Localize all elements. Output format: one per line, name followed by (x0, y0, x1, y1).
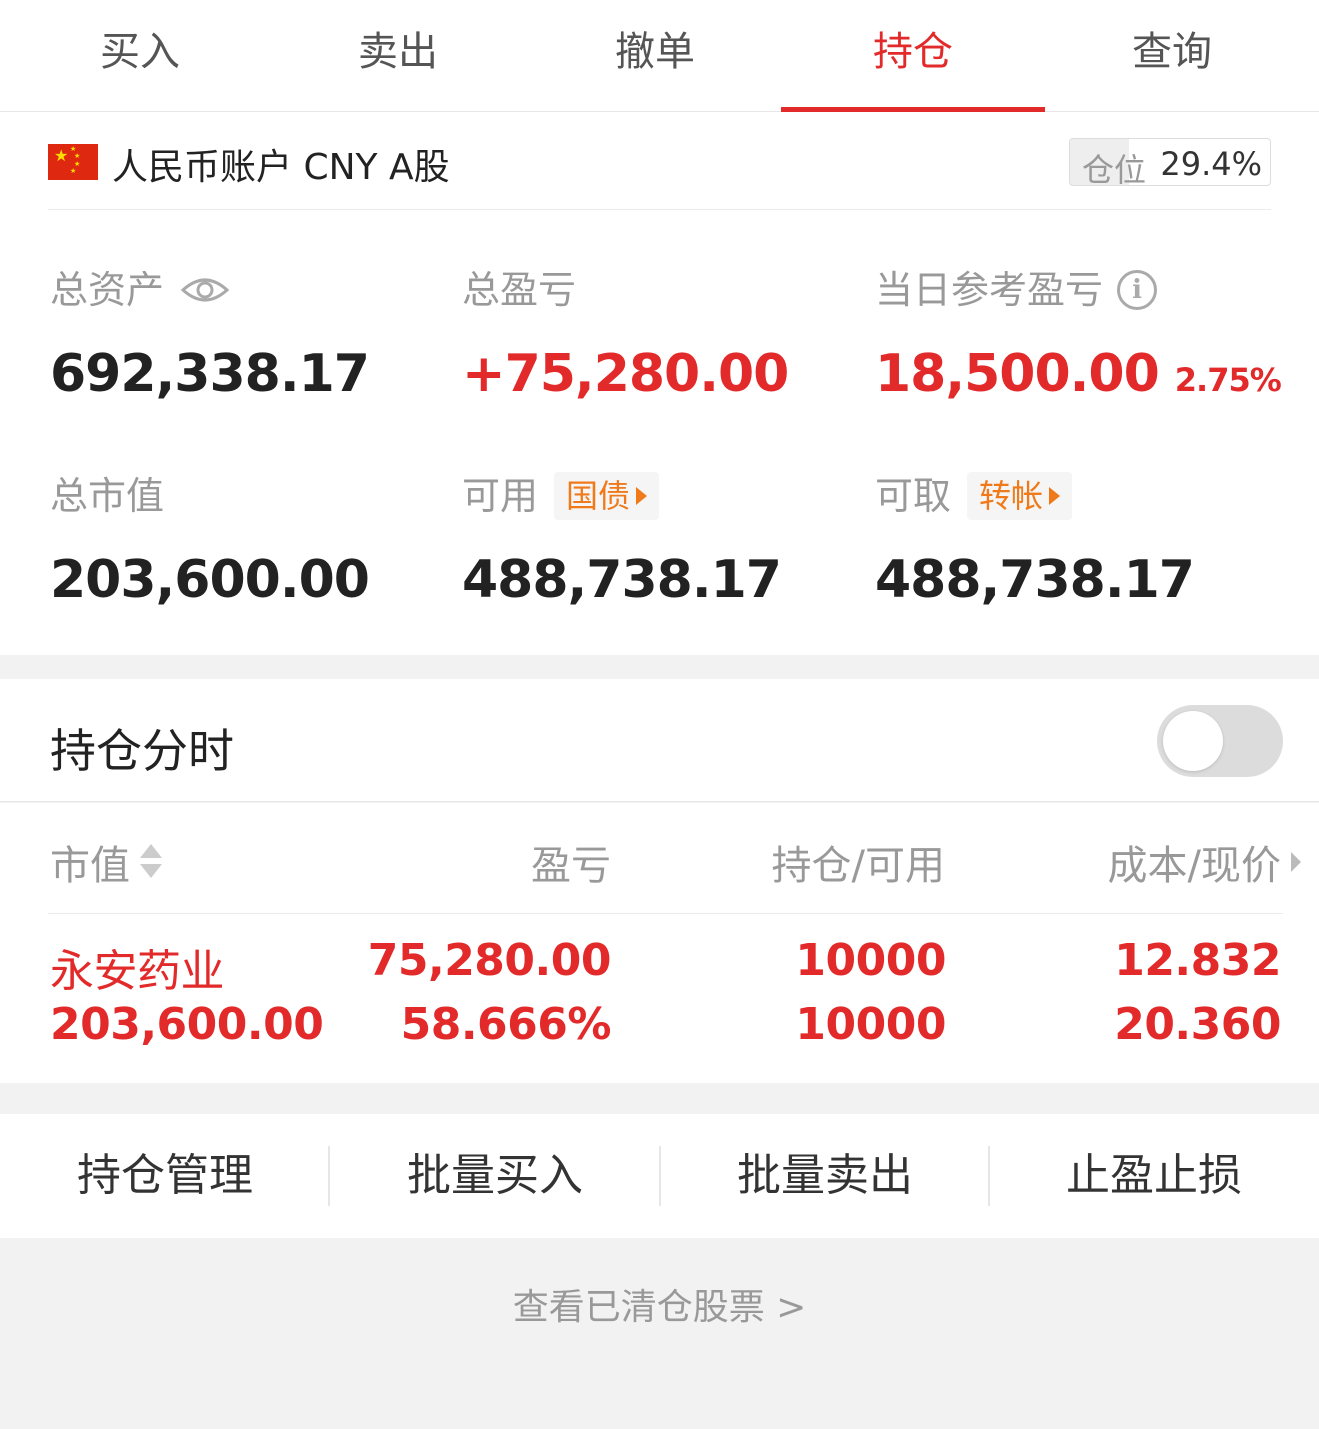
daily-pnl-stat: 当日参考盈亏 i 18,500.00 2.75% (875, 266, 1282, 404)
header-position-label: 持仓/可用 (771, 843, 945, 889)
account-name: 人民币账户 CNY A股 (112, 147, 450, 188)
total-assets-label: 总资产 (50, 268, 165, 312)
total-pnl-value: +75,280.00 (462, 344, 789, 404)
header-pnl: 盈亏 (531, 833, 611, 891)
market-value-stat: 总市值 203,600.00 (50, 472, 370, 610)
daily-pnl-percent: 2.75% (1174, 361, 1282, 399)
available-label: 可用 (462, 474, 539, 518)
china-flag-icon: ★ ★ ★ ★ ★ (48, 144, 98, 180)
holdings-action-bar: 持仓管理 批量买入 批量卖出 止盈止损 (0, 1114, 1319, 1238)
daily-pnl-value: 18,500.00 (875, 344, 1160, 404)
stock-cost: 12.832 (1114, 935, 1281, 986)
header-cost-price[interactable]: 成本/现价 (1108, 833, 1301, 891)
header-pnl-label: 盈亏 (531, 843, 611, 889)
available-value: 488,738.17 (462, 550, 782, 610)
treasury-bond-button[interactable]: 国债 (554, 472, 660, 520)
total-pnl-label: 总盈亏 (462, 268, 577, 312)
tab-cancel-order[interactable]: 撤单 (523, 0, 787, 112)
timeshare-toggle[interactable] (1157, 705, 1283, 777)
stock-price: 20.360 (1114, 999, 1281, 1050)
total-pnl-stat: 总盈亏 +75,280.00 (462, 266, 789, 404)
treasury-bond-label: 国债 (566, 477, 631, 515)
batch-sell-button[interactable]: 批量卖出 (660, 1114, 990, 1238)
market-value-label: 总市值 (50, 474, 165, 518)
header-cost-label: 成本/现价 (1107, 843, 1281, 889)
market-value-value: 203,600.00 (50, 550, 370, 610)
available-stat: 可用 国债 488,738.17 (462, 472, 782, 610)
stock-position: 10000 (795, 935, 946, 986)
header-market-value-label: 市值 (50, 843, 130, 889)
triangle-right-icon (1049, 487, 1061, 505)
total-assets-value: 692,338.17 (50, 344, 370, 404)
stock-name: 永安药业 (50, 946, 225, 997)
eye-icon[interactable] (180, 275, 230, 305)
position-label: 仓位 (1082, 151, 1147, 186)
toggle-knob (1163, 711, 1223, 771)
total-assets-stat: 总资产 692,338.17 (50, 266, 370, 404)
account-summary: ★ ★ ★ ★ ★ 人民币账户 CNY A股 仓位 29.4% 总资产 692,… (0, 112, 1319, 655)
triangle-right-icon (636, 487, 648, 505)
stock-available: 10000 (795, 999, 946, 1050)
sort-icon (140, 842, 162, 882)
tab-holdings[interactable]: 持仓 (781, 0, 1045, 113)
position-timeshare-row: 持仓分时 (0, 679, 1319, 802)
header-market-value[interactable]: 市值 (50, 833, 162, 891)
tab-query[interactable]: 查询 (1040, 0, 1304, 112)
position-management-button[interactable]: 持仓管理 (0, 1114, 330, 1238)
view-cleared-stocks-link[interactable]: 查看已清仓股票 > (0, 1278, 1319, 1330)
header-divider (48, 913, 1283, 914)
withdrawable-stat: 可取 转帐 488,738.17 (875, 472, 1195, 610)
position-ratio-badge: 仓位 29.4% (1069, 138, 1271, 186)
withdrawable-label: 可取 (875, 474, 952, 518)
stock-pnl: 75,280.00 (367, 935, 612, 986)
stock-market-value: 203,600.00 (50, 999, 324, 1050)
stop-profit-loss-button[interactable]: 止盈止损 (989, 1114, 1319, 1238)
tab-sell[interactable]: 卖出 (266, 0, 530, 112)
daily-pnl-label: 当日参考盈亏 (875, 268, 1104, 312)
trade-tab-bar: 买入 卖出 撤单 持仓 查询 (0, 0, 1319, 113)
info-icon[interactable]: i (1117, 270, 1158, 310)
transfer-label: 转帐 (979, 477, 1044, 515)
chevron-right-icon (1291, 852, 1301, 872)
position-value: 29.4% (1160, 145, 1262, 183)
withdrawable-value: 488,738.17 (875, 550, 1195, 610)
stock-pnl-percent: 58.666% (400, 999, 612, 1050)
timeshare-title: 持仓分时 (50, 724, 234, 778)
header-position: 持仓/可用 (772, 833, 945, 891)
holdings-table: 市值 盈亏 持仓/可用 成本/现价 永安药业 203,600.00 75,280… (0, 803, 1319, 1083)
account-header: ★ ★ ★ ★ ★ 人民币账户 CNY A股 仓位 29.4% (48, 112, 1271, 210)
tab-buy[interactable]: 买入 (8, 0, 272, 112)
transfer-button[interactable]: 转帐 (967, 472, 1073, 520)
batch-buy-button[interactable]: 批量买入 (330, 1114, 660, 1238)
